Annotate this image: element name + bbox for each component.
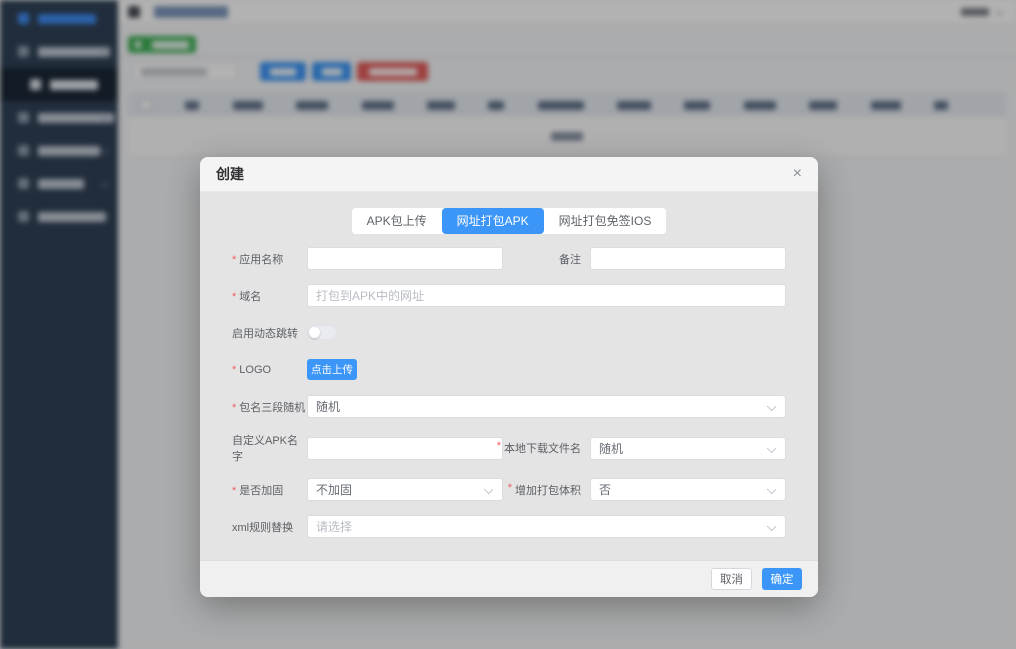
close-icon[interactable]: ×: [793, 166, 802, 182]
logo-upload-button[interactable]: 点击上传: [307, 359, 357, 380]
create-form: *应用名称 备注 *域名 启用动态跳转 *LOGO: [200, 247, 818, 538]
confirm-button[interactable]: 确定: [762, 568, 802, 590]
local-download-filename-select[interactable]: 随机: [590, 437, 786, 460]
chevron-down-icon: [484, 485, 493, 494]
dialog-header: 创建 ×: [200, 157, 818, 192]
chevron-down-icon: [767, 522, 776, 531]
app-name-input[interactable]: [307, 247, 503, 270]
form-row-dynamic-redirect: 启用动态跳转: [232, 321, 818, 344]
form-row-xml-rule: xml规则替换 请选择: [232, 515, 818, 538]
form-row-apk-name: 自定义APK名字 *本地下载文件名 随机: [232, 432, 818, 464]
chevron-down-icon: [767, 402, 776, 411]
package-type-tabs: APK包上传 网址打包APK 网址打包免签IOS: [352, 208, 667, 234]
local-download-filename-label: *本地下载文件名: [503, 440, 590, 456]
package-name-random-label: *包名三段随机: [232, 399, 307, 415]
dynamic-redirect-label: 启用动态跳转: [232, 325, 307, 341]
required-mark: *: [232, 402, 236, 414]
tab-apk-upload[interactable]: APK包上传: [352, 208, 442, 234]
select-placeholder: 请选择: [316, 518, 352, 535]
xml-rule-replace-select[interactable]: 请选择: [307, 515, 786, 538]
tab-url-pack-apk[interactable]: 网址打包APK: [442, 208, 544, 234]
required-mark: *: [232, 364, 236, 376]
remark-label: 备注: [503, 251, 590, 267]
increase-package-size-select[interactable]: 否: [590, 478, 786, 501]
domain-label: *域名: [232, 288, 307, 304]
chevron-down-icon: [767, 485, 776, 494]
package-name-random-select[interactable]: 随机: [307, 395, 786, 418]
required-mark: *: [232, 254, 236, 266]
harden-label: *是否加固: [232, 482, 307, 498]
xml-rule-replace-label: xml规则替换: [232, 519, 307, 535]
select-value: 随机: [599, 440, 623, 457]
form-row-app-name: *应用名称 备注: [232, 247, 818, 270]
chevron-down-icon: [767, 443, 776, 452]
domain-input[interactable]: [307, 284, 786, 307]
form-row-logo: *LOGO 点击上传: [232, 358, 818, 381]
select-value: 不加固: [316, 481, 352, 498]
custom-apk-name-input[interactable]: [307, 437, 503, 460]
dialog-footer: 取消 确定: [200, 560, 818, 597]
required-mark: *: [232, 485, 236, 497]
required-mark: *: [232, 291, 236, 303]
create-dialog: 创建 × APK包上传 网址打包APK 网址打包免签IOS *应用名称 备注 *…: [200, 157, 818, 597]
dynamic-redirect-toggle[interactable]: [307, 325, 337, 340]
dialog-title: 创建: [216, 164, 244, 184]
harden-select[interactable]: 不加固: [307, 478, 503, 501]
select-value: 否: [599, 481, 611, 498]
form-row-harden: *是否加固 不加固 *增加打包体积 否: [232, 478, 818, 501]
select-value: 随机: [316, 398, 340, 415]
form-row-domain: *域名: [232, 284, 818, 307]
toggle-knob: [309, 327, 320, 338]
dialog-body: APK包上传 网址打包APK 网址打包免签IOS *应用名称 备注 *域名 启用…: [200, 192, 818, 538]
app-name-label: *应用名称: [232, 251, 307, 267]
form-row-package-name-random: *包名三段随机 随机: [232, 395, 818, 418]
logo-label: *LOGO: [232, 364, 307, 376]
increase-package-size-label: *增加打包体积: [503, 482, 590, 498]
custom-apk-name-label: 自定义APK名字: [232, 432, 307, 464]
required-mark: *: [497, 440, 501, 456]
tab-url-pack-ios[interactable]: 网址打包免签IOS: [544, 208, 667, 234]
cancel-button[interactable]: 取消: [711, 568, 752, 590]
app-window: 创建 × APK包上传 网址打包APK 网址打包免签IOS *应用名称 备注 *…: [0, 0, 1016, 649]
required-mark: *: [508, 482, 512, 498]
remark-input[interactable]: [590, 247, 786, 270]
